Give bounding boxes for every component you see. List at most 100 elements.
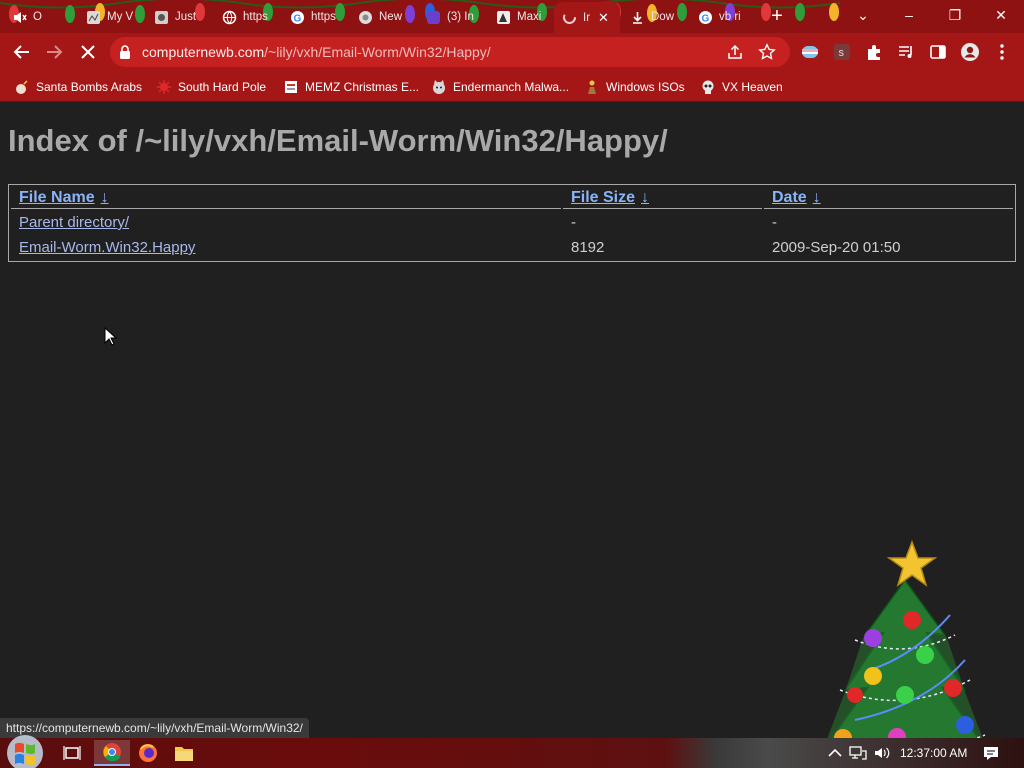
tab-label: My V (107, 11, 134, 23)
date-cell: 2009-Sep-20 01:50 (772, 239, 901, 256)
lock-icon[interactable] (118, 44, 132, 65)
page-content: Index of /~lily/vxh/Email-Worm/Win32/Hap… (0, 102, 1024, 768)
tab-7[interactable]: Maxi (488, 4, 550, 30)
column-header-file-size[interactable]: File Size ↓ (563, 187, 762, 209)
sort-arrow-icon[interactable]: ↓ (101, 189, 109, 206)
restore-button[interactable]: ❐ (932, 0, 978, 30)
browser-window: O My V Just https G https New (3) In Max (0, 0, 1024, 768)
media-controls-icon[interactable] (896, 42, 916, 62)
bookmark-windows-isos[interactable]: Windows ISOs (584, 77, 685, 97)
skull-icon (700, 79, 716, 95)
bookmark-label: VX Heaven (722, 80, 783, 94)
new-tab-button[interactable]: + (766, 5, 788, 27)
svg-text:G: G (702, 13, 710, 24)
christmas-tree-decoration (819, 540, 991, 768)
bookmark-label: Endermanch Malwa... (453, 80, 570, 94)
tab-5[interactable]: New (350, 4, 416, 30)
notification-icon (984, 747, 998, 760)
task-view-button[interactable] (54, 740, 90, 766)
bookmark-endermanch-malware[interactable]: Endermanch Malwa... (431, 77, 569, 97)
share-icon[interactable] (726, 43, 744, 61)
bookmark-label: Windows ISOs (606, 80, 685, 94)
browser-toolbar: computernewb.com/~lily/vxh/Email-Worm/Wi… (0, 33, 1024, 71)
tab-0[interactable]: O (4, 4, 76, 30)
sort-arrow-icon[interactable]: ↓ (641, 189, 649, 206)
link-status-bubble: https://computernewb.com/~lily/vxh/Email… (0, 718, 309, 738)
bookmark-south-hard-pole[interactable]: South Hard Pole (156, 77, 266, 97)
column-label: File Name (19, 188, 95, 206)
side-panel-icon[interactable] (928, 42, 948, 62)
parent-directory-link[interactable]: Parent directory/ (19, 214, 129, 231)
task-view-icon (63, 746, 81, 760)
svg-text:G: G (294, 13, 302, 24)
column-header-date[interactable]: Date ↓ (764, 187, 1013, 209)
close-window-button[interactable]: ✕ (978, 0, 1024, 30)
extensions-puzzle-icon[interactable] (864, 42, 884, 62)
table-header-row: File Name ↓ File Size ↓ Date ↓ (11, 187, 1013, 209)
address-bar[interactable]: computernewb.com/~lily/vxh/Email-Worm/Wi… (110, 37, 790, 67)
tab-10[interactable]: G vb ri (690, 4, 756, 30)
bookmarks-bar: Santa Bombs Arabs South Hard Pole MEMZ C… (0, 71, 1024, 102)
stop-loading-button[interactable] (74, 38, 102, 66)
extension-flag-icon[interactable] (800, 42, 820, 62)
tab-3[interactable]: https (214, 4, 280, 30)
google-icon: G (698, 10, 713, 25)
site-icon (86, 10, 101, 25)
tab-2[interactable]: Just (146, 4, 212, 30)
site-icon (154, 10, 169, 25)
tab-label: https (243, 11, 268, 23)
table-row: Email-Worm.Win32.Happy 8192 2009-Sep-20 … (11, 236, 1013, 259)
tab-close-icon[interactable]: ✕ (598, 10, 609, 26)
volume-tray-button[interactable] (872, 738, 892, 768)
tab-8-active[interactable]: Ir ✕ (554, 2, 620, 33)
menu-kebab-icon[interactable] (992, 42, 1012, 62)
show-hidden-icons-button[interactable] (826, 738, 844, 768)
tab-9[interactable]: Dow (622, 4, 688, 30)
tab-1[interactable]: My V (78, 4, 144, 30)
sort-arrow-icon[interactable]: ↓ (813, 189, 821, 206)
taskbar-firefox-app[interactable] (130, 740, 166, 766)
file-link[interactable]: Email-Worm.Win32.Happy (19, 239, 195, 256)
action-center-button[interactable] (980, 738, 1002, 768)
bookmark-label: MEMZ Christmas E... (305, 80, 420, 94)
tab-4[interactable]: G https (282, 4, 348, 30)
sort-by-size-link[interactable]: File Size (571, 189, 635, 206)
sort-by-name-link[interactable]: File Name (19, 189, 95, 206)
table-row: Parent directory/ - - (11, 211, 1013, 234)
date-cell: - (772, 214, 777, 231)
tab-label: New (379, 11, 403, 23)
document-icon (283, 79, 299, 95)
tab-search-button[interactable]: ⌄ (840, 0, 886, 30)
extension-s-icon[interactable]: s (832, 42, 852, 62)
audio-muted-icon[interactable] (12, 10, 27, 25)
url-host: computernewb.com (142, 44, 265, 60)
taskbar-clock[interactable]: 12:37:00 AM (900, 738, 967, 768)
url-text[interactable]: computernewb.com/~lily/vxh/Email-Worm/Wi… (142, 44, 491, 60)
site-icon (496, 10, 511, 25)
chrome-icon (103, 743, 121, 762)
bookmark-santa-bombs-arabs[interactable]: Santa Bombs Arabs (14, 77, 142, 97)
stop-icon (81, 45, 95, 59)
column-header-file-name[interactable]: File Name ↓ (11, 187, 561, 209)
tab-6[interactable]: (3) In (418, 4, 486, 30)
back-button[interactable] (8, 38, 36, 66)
taskbar: 12:37:00 AM (0, 735, 1024, 768)
taskbar-file-explorer-app[interactable] (166, 740, 202, 766)
taskbar-chrome-app[interactable] (94, 740, 130, 766)
file-name-cell: Email-Worm.Win32.Happy (11, 236, 561, 259)
forward-button[interactable] (40, 38, 68, 66)
bookmark-vx-heaven[interactable]: VX Heaven (700, 77, 783, 97)
bookmark-star-icon[interactable] (758, 43, 776, 61)
chrome-icon (358, 10, 373, 25)
tab-strip: O My V Just https G https New (3) In Max (0, 0, 1024, 33)
bookmark-memz-christmas[interactable]: MEMZ Christmas E... (283, 77, 419, 97)
profile-avatar-icon[interactable] (960, 42, 980, 62)
tab-label: https (311, 11, 336, 23)
sort-by-date-link[interactable]: Date (772, 189, 807, 206)
network-tray-button[interactable] (848, 738, 868, 768)
minimize-button[interactable]: – (886, 0, 932, 30)
start-button[interactable] (4, 732, 46, 768)
forward-arrow-icon (47, 45, 63, 59)
bookmark-label: Santa Bombs Arabs (36, 80, 143, 94)
loading-icon (562, 10, 577, 25)
